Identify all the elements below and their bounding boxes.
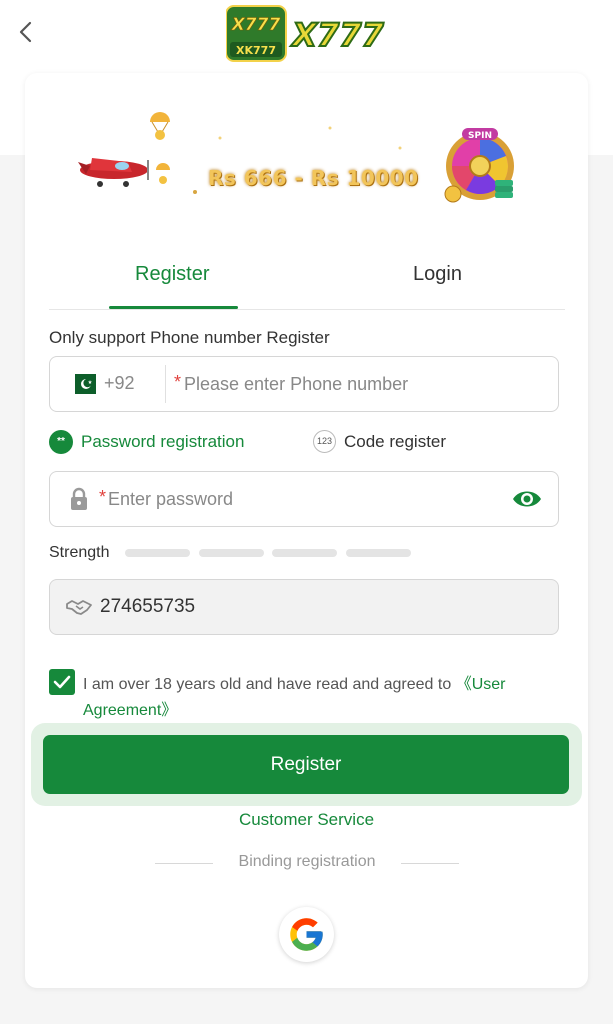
password-input[interactable] [108, 486, 498, 512]
phone-input[interactable] [184, 371, 554, 397]
code-register-label: Code register [344, 431, 447, 451]
google-login-button[interactable] [279, 907, 334, 962]
handshake-icon [66, 600, 92, 615]
promo-banner: SPIN [70, 108, 530, 208]
customer-service-link[interactable]: Customer Service [0, 810, 613, 830]
checkmark-icon [53, 675, 71, 689]
code-register-option[interactable]: 123 Code register [313, 430, 446, 453]
strength-label: Strength [49, 544, 110, 561]
strength-segment [346, 549, 411, 557]
invite-code-field[interactable]: 274655735 [49, 579, 559, 635]
pakistan-flag-icon [68, 374, 96, 394]
strength-segment [272, 549, 337, 557]
binding-divider: Binding registration [155, 852, 459, 874]
field-divider [165, 365, 166, 403]
chevron-left-icon [19, 21, 32, 43]
google-icon [290, 918, 323, 951]
password-dots-icon: ** [49, 430, 73, 454]
banner-art: SPIN [78, 112, 514, 203]
agreement-checkbox[interactable] [49, 669, 75, 695]
phone-field[interactable]: +92 * [49, 356, 559, 412]
agreement-text: I am over 18 years old and have read and… [83, 672, 563, 724]
invite-code-value: 274655735 [100, 596, 196, 617]
binding-registration-label: Binding registration [238, 853, 376, 870]
divider-line [401, 863, 459, 864]
register-button[interactable]: Register [43, 735, 569, 794]
eye-icon[interactable] [511, 488, 543, 510]
svg-text:X777: X777 [231, 15, 281, 35]
strength-segment [199, 549, 264, 557]
auth-tabs: Register Login [49, 255, 565, 310]
tab-login[interactable]: Login [413, 263, 462, 286]
country-code[interactable]: +92 [104, 373, 135, 394]
register-card [25, 73, 588, 988]
agreement-statement: I am over 18 years old and have read and… [83, 676, 456, 693]
register-hint: Only support Phone number Register [49, 328, 330, 347]
lock-icon [71, 487, 87, 510]
password-registration-option[interactable]: ** Password registration [49, 430, 244, 454]
logo-big-text: X777 [290, 16, 384, 54]
logo-small-text: XK777 [236, 44, 276, 57]
active-tab-indicator [109, 306, 238, 309]
required-mark: * [99, 487, 107, 507]
promo-text: Rs 666 - Rs 10000 [208, 166, 419, 190]
strength-segment [125, 549, 190, 557]
required-mark: * [174, 372, 182, 392]
app-logo: X777 XK777 X777 [225, 4, 390, 62]
password-registration-label: Password registration [81, 432, 245, 451]
password-field[interactable]: * [49, 471, 559, 527]
back-button[interactable] [14, 18, 40, 46]
wheel-label: SPIN [468, 131, 492, 141]
tab-register[interactable]: Register [135, 263, 209, 286]
numeric-code-icon: 123 [313, 430, 336, 453]
